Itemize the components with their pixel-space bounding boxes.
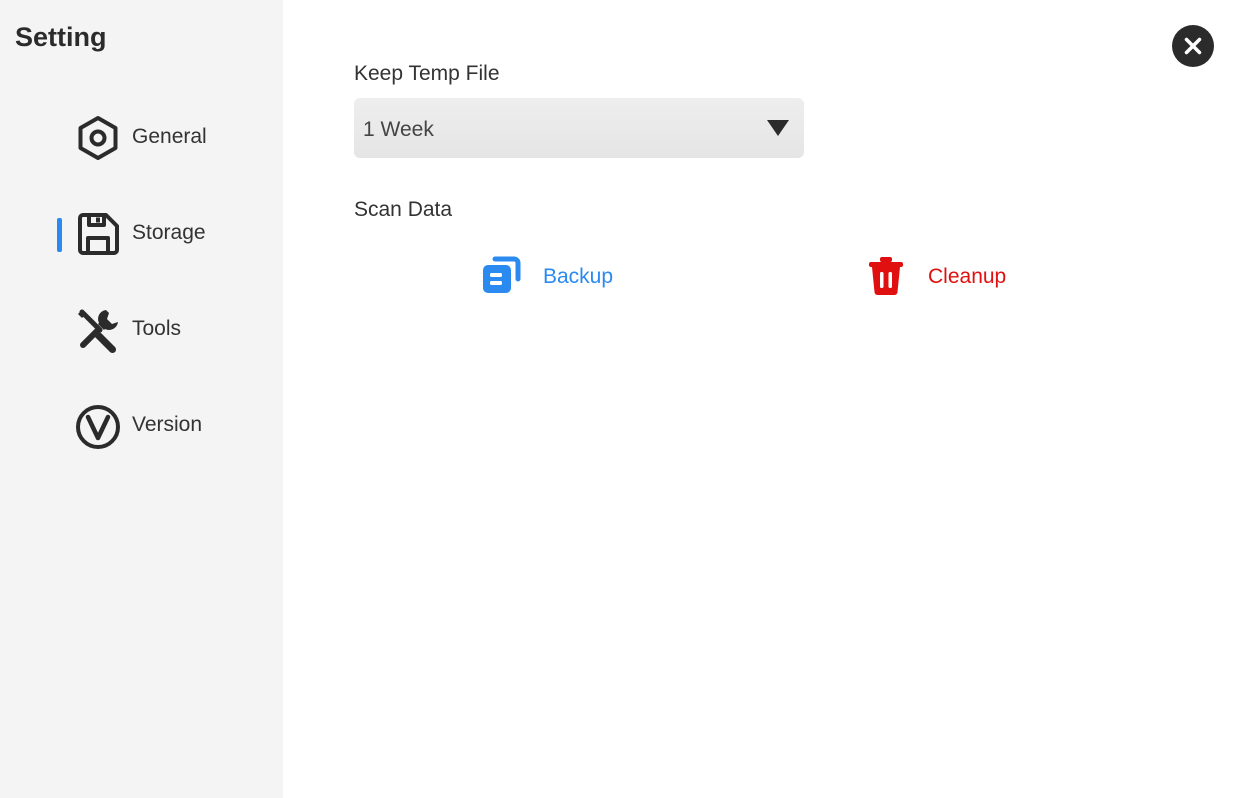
close-button[interactable] xyxy=(1172,25,1214,67)
trash-icon xyxy=(869,257,903,295)
settings-window: Setting General Storage Tools Version Ke… xyxy=(0,0,1235,798)
select-value: 1 Week xyxy=(363,118,434,141)
backup-icon xyxy=(483,256,521,293)
sidebar-item-label: Tools xyxy=(132,317,182,340)
floppy-disk-icon xyxy=(78,213,119,255)
cleanup-button[interactable]: Cleanup xyxy=(866,255,1016,299)
scan-data-label: Scan Data xyxy=(354,198,453,221)
sidebar-item-storage[interactable]: Storage xyxy=(0,204,283,260)
active-indicator xyxy=(57,218,62,252)
sidebar-item-label: General xyxy=(132,125,207,148)
sidebar-item-label: Version xyxy=(132,413,203,436)
backup-button[interactable]: Backup xyxy=(481,255,621,299)
sidebar-item-tools[interactable]: Tools xyxy=(0,300,283,356)
sidebar-item-general[interactable]: General xyxy=(0,108,283,164)
sidebar-item-version[interactable]: Version xyxy=(0,396,283,452)
wrench-screwdriver-icon xyxy=(78,309,118,354)
hexagon-nut-icon xyxy=(78,116,118,160)
cleanup-label: Cleanup xyxy=(928,265,1007,288)
chevron-down-icon xyxy=(767,120,789,136)
keep-temp-file-select[interactable]: 1 Week xyxy=(354,98,804,158)
close-icon xyxy=(1184,37,1202,55)
keep-temp-file-label: Keep Temp File xyxy=(354,62,500,85)
backup-label: Backup xyxy=(543,265,614,288)
version-circle-icon xyxy=(76,405,120,449)
sidebar-item-label: Storage xyxy=(132,221,206,244)
sidebar: Setting General Storage Tools Version xyxy=(0,0,283,798)
sidebar-title: Setting xyxy=(15,22,107,52)
